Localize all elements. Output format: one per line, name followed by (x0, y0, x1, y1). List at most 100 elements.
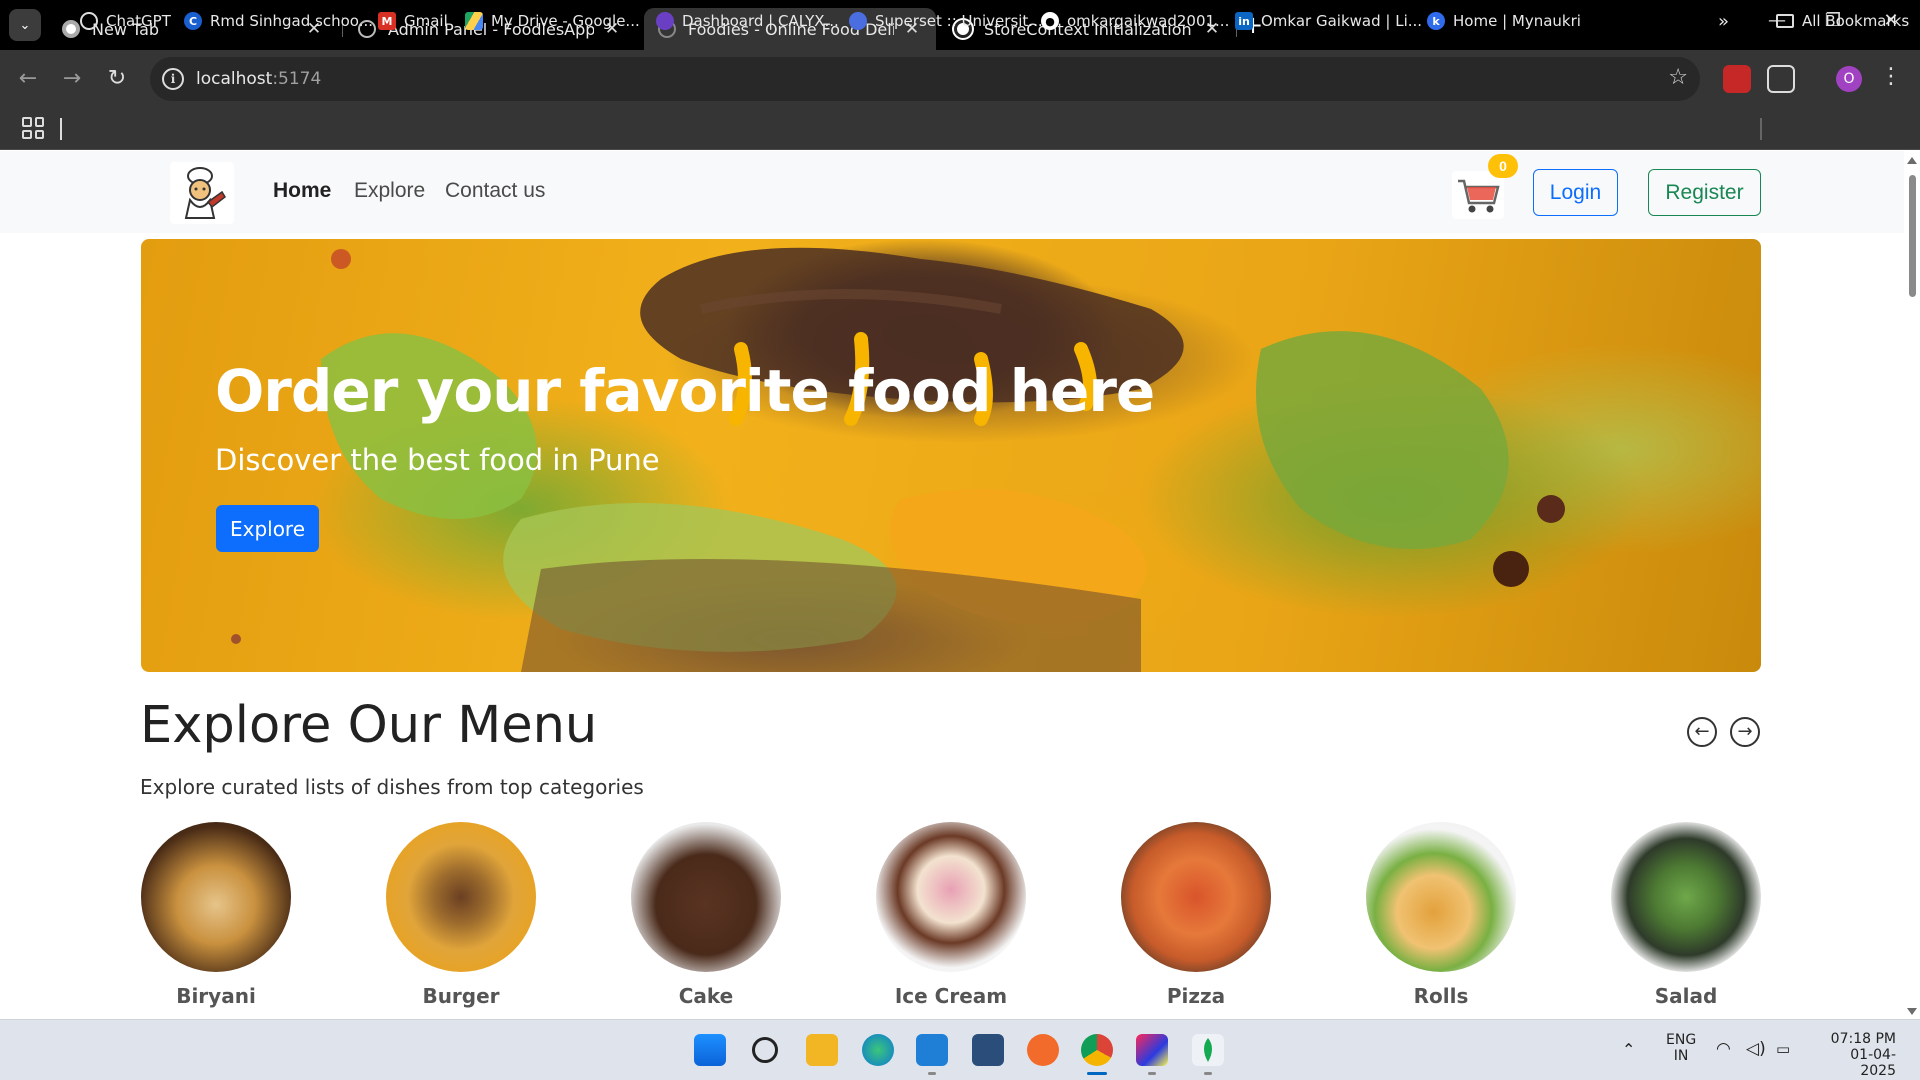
category-salad[interactable]: Salad (1611, 822, 1761, 1008)
region-code: IN (1673, 1048, 1689, 1064)
page-scrollbar[interactable] (1904, 151, 1920, 1019)
input-language[interactable]: ENG IN (1666, 1032, 1696, 1064)
bookmark-calyx[interactable]: Dashboard | CALYX... (656, 10, 839, 32)
bookmark-label: Omkar Gaikwad | Li... (1261, 12, 1423, 30)
hero-title: Order your favorite food here (215, 357, 1155, 425)
c-logo-icon: C (184, 12, 202, 30)
scroll-left-arrow-icon[interactable]: ← (1687, 717, 1717, 747)
url-text[interactable]: localhost:5174 (196, 69, 321, 89)
scroll-thumb[interactable] (1909, 175, 1916, 297)
bookmark-superset[interactable]: Superset :: Universit... (849, 10, 1043, 32)
browser-menu-icon[interactable]: ⋮ (1880, 64, 1902, 89)
category-biryani[interactable]: Biryani (141, 822, 291, 1008)
chrome-icon[interactable] (1081, 1034, 1113, 1066)
extension-icon[interactable] (1723, 65, 1751, 93)
bookmark-label: Rmd Sinhgad schoo... (210, 12, 373, 30)
battery-icon[interactable]: ▭ (1776, 1040, 1790, 1058)
address-bar[interactable]: i localhost:5174 ☆ (150, 57, 1700, 101)
bookmark-label: Home | Mynaukri (1453, 12, 1581, 30)
category-burger[interactable]: Burger (386, 822, 536, 1008)
nav-home[interactable]: Home (273, 179, 331, 203)
active-app-indicator (1087, 1072, 1107, 1075)
bookmark-label: Gmail (404, 12, 448, 30)
biryani-image (141, 822, 291, 972)
volume-icon[interactable]: ◁) (1746, 1039, 1766, 1059)
nav-explore[interactable]: Explore (354, 179, 425, 203)
wifi-icon[interactable]: ◠ (1716, 1039, 1731, 1059)
cart-button[interactable] (1452, 171, 1504, 219)
apps-grid-icon[interactable] (22, 117, 44, 139)
bookmark-drive[interactable]: My Drive - Google... (465, 10, 640, 32)
category-ice-cream[interactable]: Ice Cream (876, 822, 1026, 1008)
category-label: Pizza (1166, 984, 1226, 1008)
puzzle-icon[interactable] (1767, 65, 1795, 93)
tab-search-button[interactable]: ⌄ (9, 9, 41, 41)
mysql-workbench-icon[interactable] (972, 1034, 1004, 1066)
bookmark-github[interactable]: ● omkargaikwad2001... (1041, 10, 1229, 32)
search-icon[interactable] (752, 1037, 778, 1063)
browser-toolbar: ← → ↻ i localhost:5174 ☆ O ⋮ (0, 50, 1920, 108)
bookmark-label: Dashboard | CALYX... (682, 12, 839, 30)
scroll-up-arrow-icon[interactable] (1907, 157, 1917, 164)
pizza-image (1121, 822, 1271, 972)
ice-cream-image (876, 822, 1026, 972)
bookmark-chatgpt[interactable]: ChatGPT (80, 10, 171, 32)
hero-explore-button[interactable]: Explore (216, 505, 319, 552)
site-info-icon[interactable]: i (162, 68, 184, 90)
menu-section-title: Explore Our Menu (140, 696, 598, 755)
hero-banner: Order your favorite food here Discover t… (141, 239, 1761, 672)
register-button[interactable]: Register (1648, 169, 1761, 216)
bookmark-label: ChatGPT (106, 12, 171, 30)
running-indicator (928, 1072, 936, 1075)
linkedin-icon: in (1235, 12, 1253, 30)
intellij-icon[interactable] (1136, 1034, 1168, 1066)
leaf-icon (1204, 1038, 1212, 1062)
site-navbar: Home Explore Contact us 0 Login Register (0, 151, 1904, 233)
nav-contact-us[interactable]: Contact us (445, 179, 545, 203)
profile-avatar[interactable]: O (1836, 66, 1862, 92)
category-label: Cake (678, 984, 734, 1008)
chef-logo-icon (184, 167, 226, 219)
url-port: :5174 (272, 69, 322, 89)
login-button[interactable]: Login (1533, 169, 1618, 216)
rolls-image (1366, 822, 1516, 972)
all-bookmarks[interactable]: All Bookmarks (1776, 10, 1909, 32)
back-icon[interactable]: ← (13, 64, 43, 94)
bookmark-linkedin[interactable]: in Omkar Gaikwad | Li... (1235, 10, 1422, 32)
salad-image (1611, 822, 1761, 972)
folder-icon (1776, 14, 1794, 28)
running-indicator (1204, 1072, 1212, 1075)
mynaukri-icon: k (1427, 12, 1445, 30)
foodies-logo[interactable] (170, 162, 234, 224)
forward-icon[interactable]: → (57, 64, 87, 94)
clock-time: 07:18 PM (1830, 1031, 1896, 1047)
bookmark-rmd[interactable]: C Rmd Sinhgad schoo... (184, 10, 373, 32)
hero-subtitle: Discover the best food in Pune (215, 443, 660, 477)
running-indicator (1148, 1072, 1156, 1075)
file-explorer-icon[interactable] (806, 1034, 838, 1066)
category-rolls[interactable]: Rolls (1366, 822, 1516, 1008)
bookmark-mynaukri[interactable]: k Home | Mynaukri (1427, 10, 1581, 32)
bookmarks-overflow-icon[interactable]: » (1718, 10, 1729, 32)
vscode-icon[interactable] (916, 1034, 948, 1066)
category-label: Rolls (1413, 984, 1469, 1008)
bookmark-gmail[interactable]: M Gmail (378, 10, 448, 32)
bookmark-label: Superset :: Universit... (875, 12, 1043, 30)
windows-start-icon[interactable] (694, 1034, 726, 1066)
bookmark-star-icon[interactable]: ☆ (1668, 65, 1688, 90)
bookmarks-divider (1760, 118, 1762, 140)
windows-taskbar: ⌃ ENG IN ◠ ◁) ▭ 07:18 PM 01-04-2025 (0, 1019, 1920, 1080)
github-icon: ● (1041, 12, 1059, 30)
postman-icon[interactable] (1027, 1034, 1059, 1066)
superset-icon (849, 12, 867, 30)
category-cake[interactable]: Cake (631, 822, 781, 1008)
category-pizza[interactable]: Pizza (1121, 822, 1271, 1008)
clock[interactable]: 07:18 PM 01-04-2025 (1816, 1031, 1896, 1079)
edge-icon[interactable] (862, 1034, 894, 1066)
scroll-right-arrow-icon[interactable]: → (1730, 717, 1760, 747)
chatgpt-icon (80, 12, 98, 30)
mongodb-compass-icon[interactable] (1192, 1034, 1224, 1066)
tray-overflow-icon[interactable]: ⌃ (1622, 1040, 1635, 1059)
scroll-down-arrow-icon[interactable] (1907, 1008, 1917, 1015)
reload-icon[interactable]: ↻ (102, 64, 132, 94)
